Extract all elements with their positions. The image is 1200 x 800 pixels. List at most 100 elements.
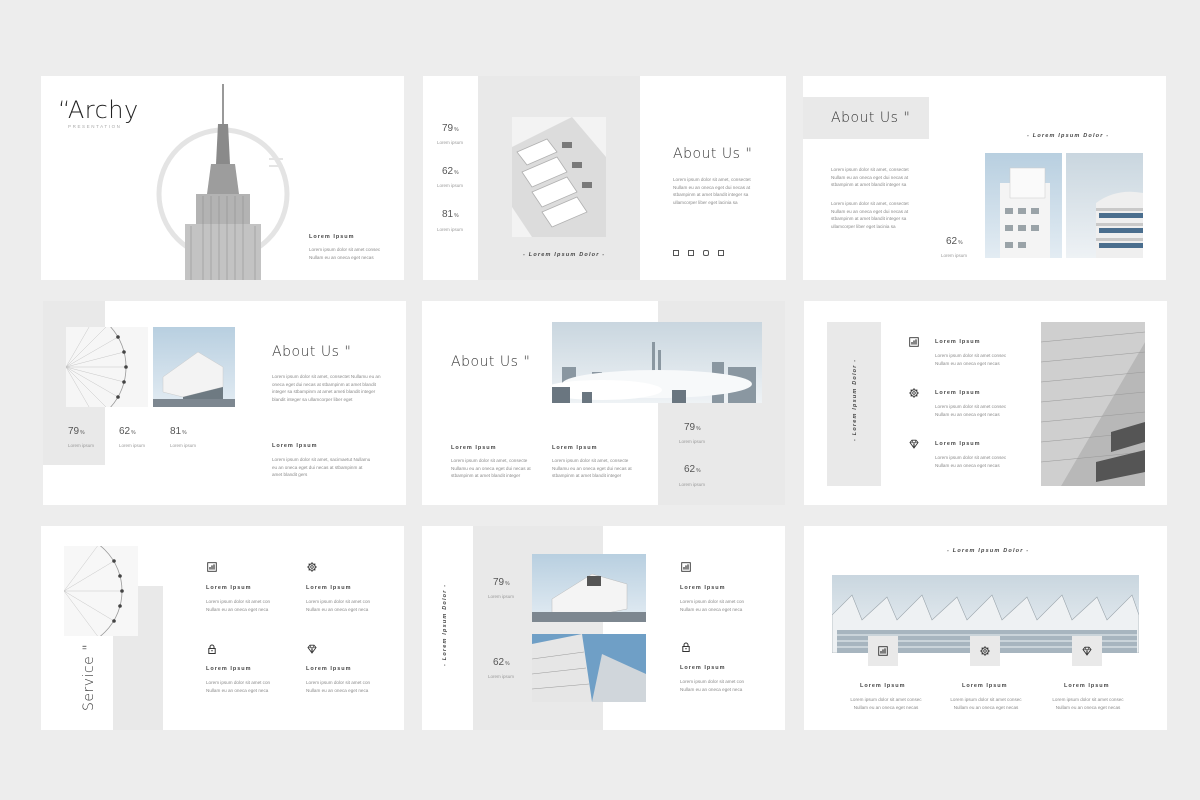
vertical-caption: - Lorem Ipsum Dolor - (852, 358, 858, 441)
feature-heading: Lorem Ipsum (680, 585, 726, 591)
slide-9-features[interactable]: - Lorem Ipsum Dolor - Lorem Ipsum Lorem … (804, 526, 1167, 730)
building-photo-left (985, 153, 1062, 258)
about-title: About Us " (272, 344, 352, 360)
slide-1-cover[interactable]: “Archy PRESENTATION Lorem Ipsum Lorem ip… (41, 76, 404, 280)
feature-heading: Lorem Ipsum (680, 665, 726, 671)
feature-heading: Lorem Ipsum (860, 683, 906, 689)
slide-8-stats[interactable]: - Lorem Ipsum Dolor - 79% Lorem ipsum 62… (422, 526, 785, 730)
diamond-icon (909, 439, 919, 449)
ferris-wheel-photo (64, 546, 138, 636)
feature-heading: Lorem Ipsum (935, 339, 981, 345)
feature-body: Lorem ipsum dolor sit amet consec Nullam… (1052, 697, 1124, 710)
tower-illustration (156, 84, 290, 280)
diamond-icon (1082, 646, 1092, 656)
chart-icon (681, 562, 691, 572)
about-body: Lorem ipsum dolor sit amet, consectet Nu… (272, 374, 381, 402)
stat-value: 81% (442, 209, 459, 220)
stat-value: 62% (684, 464, 701, 475)
stat-label: Lorem ipsum (119, 443, 146, 448)
feature-body: Lorem ipsum dolor sit amet consec Nullam… (850, 697, 922, 710)
about-body-2: Lorem ipsum dolor sit amet, consectet Nu… (831, 201, 909, 229)
feature-heading: Lorem Ipsum (935, 441, 981, 447)
cover-heading: Lorem Ipsum (309, 234, 355, 240)
instagram-icon[interactable] (703, 250, 709, 256)
social-icons (673, 250, 724, 256)
section-caption: - Lorem Ipsum Dolor - (1027, 133, 1110, 139)
slide-2-about[interactable]: 79% Lorem ipsum 62% Lorem ipsum 81% Lore… (423, 76, 786, 280)
stat-value: 79% (684, 422, 701, 433)
building-photo-right (1066, 153, 1143, 258)
service-heading: Lorem Ipsum (306, 585, 352, 591)
feature-body: Lorem ipsum dolor sit amet con Nullam eu… (680, 599, 745, 612)
section-body: Lorem ipsum dolor sit amet, sacimaetut N… (272, 457, 371, 477)
col1-body: Lorem ipsum dolor sit amet, consecte Nul… (451, 458, 531, 478)
stat-value: 81% (170, 426, 187, 437)
stat-value: 62% (946, 236, 963, 247)
slide-5-about[interactable]: About Us " Lorem Ipsum Lorem ipsum dolor… (422, 301, 785, 505)
skyscraper-photo (1041, 322, 1145, 486)
slide-7-service[interactable]: Service " Lorem Ipsum Lorem ipsum dolor … (41, 526, 404, 730)
stat-value: 62% (442, 166, 459, 177)
feature-heading: Lorem Ipsum (962, 683, 1008, 689)
twitter-icon[interactable] (688, 250, 694, 256)
about-title: About Us " (673, 146, 753, 162)
building-photo-top (532, 554, 646, 622)
vertical-caption: - Lorem Ipsum Dolor - (442, 583, 448, 666)
gear-icon (980, 646, 990, 656)
about-title: About Us " (451, 354, 531, 370)
service-heading: Lorem Ipsum (206, 585, 252, 591)
photo-caption: - Lorem Ipsum Dolor - (523, 252, 606, 258)
service-body: Lorem ipsum dolor sit amet con Nullam eu… (206, 680, 271, 693)
slide-3-about[interactable]: About Us " - Lorem Ipsum Dolor - Lorem i… (803, 76, 1166, 280)
stat-label: Lorem ipsum (941, 253, 968, 258)
about-title: About Us " (831, 110, 911, 126)
stat-label: Lorem ipsum (68, 443, 95, 448)
feature-body: Lorem ipsum dolor sit amet consec Nullam… (935, 353, 1007, 366)
cover-subtitle: PRESENTATION (68, 124, 122, 129)
stat-label: Lorem ipsum (488, 594, 515, 599)
service-body: Lorem ipsum dolor sit amet con Nullam eu… (206, 599, 271, 612)
service-heading: Lorem Ipsum (206, 666, 252, 672)
feature-body: Lorem ipsum dolor sit amet consec Nullam… (935, 455, 1007, 468)
stat-value: 62% (119, 426, 136, 437)
gear-icon (307, 562, 317, 572)
section-caption: - Lorem Ipsum Dolor - (947, 548, 1030, 554)
cover-body: Lorem ipsum dolor sit amet consec Nullam… (309, 247, 381, 260)
building-photo-bottom (532, 634, 646, 702)
feature-heading: Lorem Ipsum (935, 390, 981, 396)
diamond-icon (307, 644, 317, 654)
slide-6-features[interactable]: - Lorem Ipsum Dolor - Lorem Ipsum Lorem … (804, 301, 1167, 505)
about-body-1: Lorem ipsum dolor sit amet, consectet Nu… (831, 167, 909, 187)
stat-label: Lorem ipsum (679, 439, 706, 444)
chart-icon (878, 646, 888, 656)
lock-icon (681, 642, 691, 652)
section-heading: Lorem Ipsum (272, 443, 318, 449)
col2-heading: Lorem Ipsum (552, 445, 598, 451)
chart-icon (207, 562, 217, 572)
service-heading: Lorem Ipsum (306, 666, 352, 672)
cover-title: “Archy (58, 96, 139, 124)
slide-4-about[interactable]: About Us " Lorem ipsum dolor sit amet, c… (43, 301, 406, 505)
stat-value: 62% (493, 657, 510, 668)
feature-body: Lorem ipsum dolor sit amet consec Nullam… (950, 697, 1022, 710)
stat-value: 79% (68, 426, 85, 437)
stat-label: Lorem ipsum (437, 183, 464, 188)
chart-icon (909, 337, 919, 347)
ferris-wheel-photo (66, 327, 148, 407)
feature-body: Lorem ipsum dolor sit amet consec Nullam… (935, 404, 1007, 417)
stat-label: Lorem ipsum (170, 443, 197, 448)
building-photo (512, 117, 606, 237)
stat-label: Lorem ipsum (437, 140, 464, 145)
stat-label: Lorem ipsum (437, 227, 464, 232)
building-photo (153, 327, 235, 407)
facebook-icon[interactable] (673, 250, 679, 256)
col2-body: Lorem ipsum dolor sit amet, consecte Nul… (552, 458, 632, 478)
lock-icon (207, 644, 217, 654)
stat-label: Lorem ipsum (679, 482, 706, 487)
feature-heading: Lorem Ipsum (1064, 683, 1110, 689)
feature-body: Lorem ipsum dolor sit amet con Nullam eu… (680, 679, 745, 692)
service-body: Lorem ipsum dolor sit amet con Nullam eu… (306, 680, 371, 693)
linkedin-icon[interactable] (718, 250, 724, 256)
col1-heading: Lorem Ipsum (451, 445, 497, 451)
stat-value: 79% (493, 577, 510, 588)
